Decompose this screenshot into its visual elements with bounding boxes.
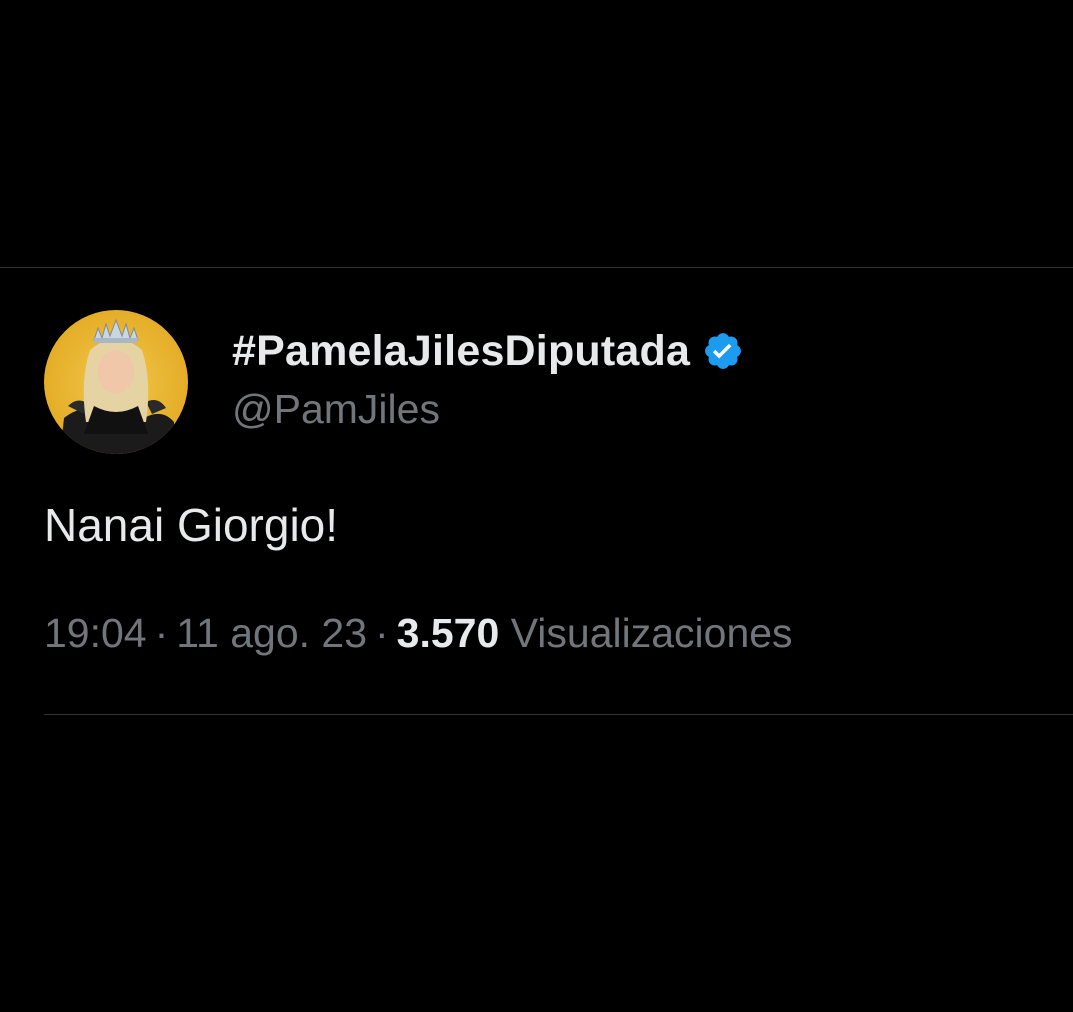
avatar[interactable] — [44, 310, 188, 454]
tweet-header: #PamelaJilesDiputada @PamJiles — [44, 310, 1073, 454]
tweet-date[interactable]: 11 ago. 23 — [176, 610, 367, 656]
tweet: #PamelaJilesDiputada @PamJiles Nanai Gio… — [44, 310, 1073, 658]
verified-badge-icon[interactable] — [702, 330, 744, 372]
top-divider — [0, 267, 1073, 268]
tweet-text: Nanai Giorgio! — [44, 499, 339, 551]
meta-separator: · — [154, 610, 169, 656]
bottom-divider — [44, 714, 1073, 715]
avatar-image — [44, 310, 188, 454]
handle[interactable]: @PamJiles — [232, 384, 744, 434]
author-names: #PamelaJilesDiputada @PamJiles — [232, 326, 744, 434]
display-name[interactable]: #PamelaJilesDiputada — [232, 326, 690, 376]
display-name-row[interactable]: #PamelaJilesDiputada — [232, 326, 744, 376]
views-label: Visualizaciones — [510, 610, 793, 656]
views-count: 3.570 — [396, 610, 500, 656]
tweet-meta: 19:04 · 11 ago. 23 · 3.570 Visualizaciones — [44, 608, 1073, 658]
tweet-time[interactable]: 19:04 — [44, 610, 147, 656]
meta-separator: · — [375, 610, 389, 656]
